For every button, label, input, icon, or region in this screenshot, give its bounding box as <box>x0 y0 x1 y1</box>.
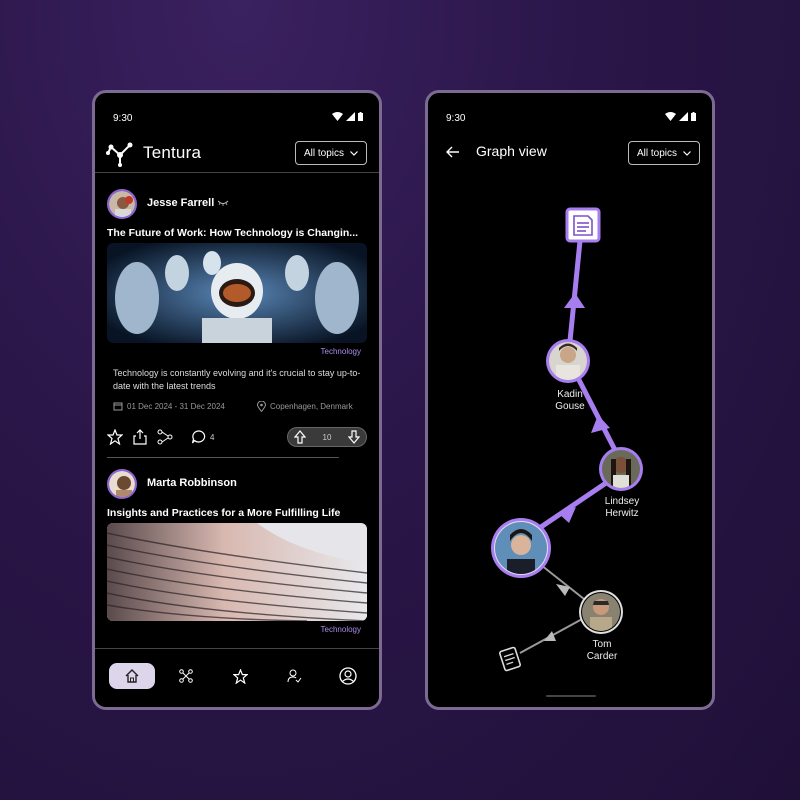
home-icon <box>125 669 139 683</box>
post-title[interactable]: Insights and Practices for a More Fulfil… <box>107 507 363 519</box>
post-dates-text: 01 Dec 2024 - 31 Dec 2024 <box>127 401 225 411</box>
post-title[interactable]: The Future of Work: How Technology is Ch… <box>107 227 363 239</box>
edge-tom-to-center <box>540 564 585 600</box>
edge-arrow <box>544 631 556 641</box>
author-name[interactable]: Marta Robbinson <box>147 477 237 489</box>
wifi-icon <box>332 112 343 121</box>
post-divider <box>107 457 339 458</box>
post-description: Technology is constantly evolving and it… <box>113 368 361 391</box>
bottom-nav <box>95 648 379 707</box>
profile-icon <box>339 667 357 685</box>
graph-node-label: Kadin Gouse <box>530 389 610 413</box>
feed-phone: 9:30 Tentura All topics Jesse Farrell Th… <box>92 90 382 710</box>
node-last-name: Herwitz <box>605 508 639 519</box>
app-header: Tentura All topics <box>95 133 379 173</box>
upvote-arrow-icon[interactable] <box>294 430 306 444</box>
signal-icon <box>346 112 355 121</box>
nav-profile[interactable] <box>325 663 371 689</box>
node-first-name: Lindsey <box>604 496 640 507</box>
battery-icon <box>358 112 363 121</box>
document-icon <box>499 646 521 672</box>
node-last-name: Gouse <box>555 401 585 412</box>
node-first-name: Kadin <box>557 389 583 400</box>
downvote-arrow-icon[interactable] <box>348 430 360 444</box>
graph-node-kadin[interactable] <box>546 339 590 383</box>
chevron-down-icon <box>350 150 358 156</box>
post-location: Copenhagen, Denmark <box>257 401 353 412</box>
post-image <box>107 523 367 621</box>
graph-node-tom[interactable] <box>579 590 623 634</box>
graph-link-icon[interactable] <box>157 429 173 445</box>
post-image <box>107 243 367 343</box>
node-first-name: Tom <box>592 639 612 650</box>
status-time: 9:30 <box>113 113 133 124</box>
post-card[interactable]: Jesse Farrell The Future of Work: How Te… <box>107 189 367 459</box>
post-card[interactable]: Marta Robbinson Insights and Practices f… <box>107 469 367 649</box>
author-avatar[interactable] <box>107 189 137 219</box>
author-avatar[interactable] <box>107 469 137 499</box>
comment-icon[interactable] <box>191 429 207 445</box>
edge-kadin-to-post <box>567 240 583 342</box>
post-actions: 4 10 <box>107 427 367 449</box>
eye-closed-icon <box>217 200 229 206</box>
topics-dropdown[interactable]: All topics <box>294 141 367 165</box>
graph-node-post-top[interactable] <box>565 207 601 243</box>
post-tag[interactable]: Technology <box>321 625 361 634</box>
star-icon[interactable] <box>107 429 123 445</box>
tentura-logo-icon <box>106 142 133 167</box>
graph-phone: 9:30 Graph view All topics Kadin Gouse L… <box>425 90 715 710</box>
topics-dropdown-label: All topics <box>303 147 344 159</box>
location-pin-icon <box>257 401 266 412</box>
home-indicator[interactable] <box>546 695 596 697</box>
status-bar: 9:30 <box>95 93 379 133</box>
nav-graph[interactable] <box>163 663 209 689</box>
share-icon[interactable] <box>133 429 147 445</box>
header-divider <box>95 172 379 173</box>
graph-node-post-bottom[interactable] <box>499 646 521 672</box>
vote-control: 10 <box>287 427 367 447</box>
post-tag[interactable]: Technology <box>321 347 361 356</box>
star-icon <box>232 668 248 684</box>
author-name[interactable]: Jesse Farrell <box>147 197 214 209</box>
friends-icon <box>287 669 301 683</box>
post-dates: 01 Dec 2024 - 31 Dec 2024 <box>113 401 225 411</box>
nav-friends[interactable] <box>271 663 317 689</box>
graph-node-current-user[interactable] <box>491 518 551 578</box>
graph-node-label: Lindsey Herwitz <box>582 496 662 520</box>
graph-edges-active <box>536 240 618 532</box>
nav-favorites[interactable] <box>217 663 263 689</box>
status-icons <box>332 112 363 121</box>
graph-node-label: Tom Carder <box>562 639 642 663</box>
post-location-text: Copenhagen, Denmark <box>270 402 353 411</box>
brand-name: Tentura <box>143 143 202 162</box>
node-last-name: Carder <box>586 651 618 662</box>
vote-count: 10 <box>322 432 332 442</box>
calendar-icon <box>113 402 123 411</box>
graph-icon <box>179 669 193 683</box>
nav-home[interactable] <box>109 663 155 689</box>
edge-arrow <box>564 293 585 308</box>
graph-node-lindsey[interactable] <box>599 447 643 491</box>
comment-count: 4 <box>210 433 215 442</box>
